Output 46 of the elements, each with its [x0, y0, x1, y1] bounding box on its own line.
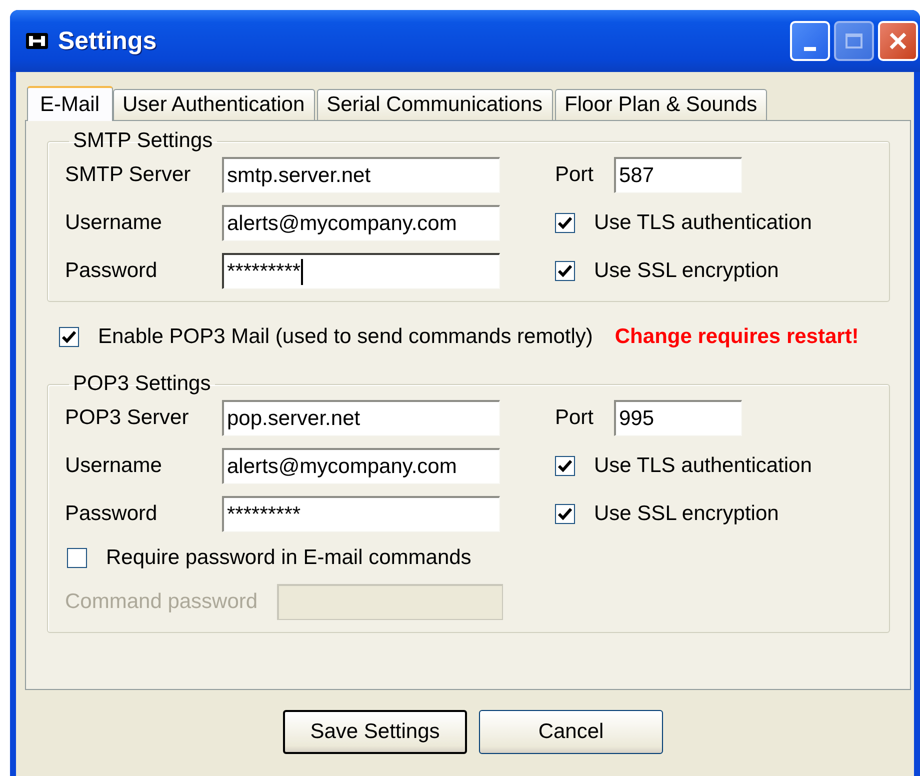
maximize-icon	[845, 33, 863, 49]
checkbox[interactable]	[59, 327, 79, 347]
field-label: Password	[65, 502, 158, 526]
checkbox-label: Use SSL encryption	[594, 502, 779, 526]
close-icon	[889, 32, 907, 50]
checkbox[interactable]	[67, 548, 87, 568]
checkbox[interactable]	[555, 213, 575, 233]
checkbox-label: Use TLS authentication	[594, 211, 812, 235]
checkbox[interactable]	[555, 504, 575, 524]
field-label: SMTP Server	[65, 163, 192, 187]
dialog-button[interactable]: Save Settings	[283, 710, 467, 754]
group-title: POP3 Settings	[72, 372, 212, 396]
checkbox-label: Use TLS authentication	[594, 454, 812, 478]
field-label: Password	[65, 259, 158, 283]
field-label: Username	[65, 211, 163, 235]
field-label: Command password	[65, 590, 259, 614]
text-field[interactable]: alerts@mycompany.com	[222, 448, 500, 484]
group-title: SMTP Settings	[72, 129, 214, 153]
checkbox-label: Enable POP3 Mail (used to send commands remotly)	[98, 325, 593, 349]
close-button[interactable]	[878, 21, 918, 61]
tab[interactable]: User Authentication	[112, 89, 315, 120]
checkbox[interactable]	[555, 456, 575, 476]
checkbox-label: Use SSL encryption	[594, 259, 779, 283]
checkbox-label: Require password in E-mail commands	[106, 546, 472, 570]
app-icon	[26, 33, 48, 49]
tab[interactable]: E-Mail	[27, 86, 113, 121]
checkbox[interactable]	[555, 261, 575, 281]
port-field[interactable]: 995	[614, 400, 742, 436]
window-title: Settings	[58, 26, 157, 56]
password-field[interactable]	[277, 584, 503, 620]
text-field[interactable]: pop.server.net	[222, 400, 500, 436]
field-label: POP3 Server	[65, 406, 190, 430]
port-field[interactable]: 587	[614, 157, 742, 193]
tab[interactable]: Floor Plan & Sounds	[554, 89, 768, 120]
field-label: Username	[65, 454, 163, 478]
tab[interactable]: Serial Communications	[316, 89, 553, 120]
warning-text: Change requires restart!	[614, 325, 859, 349]
minimize-button[interactable]	[790, 21, 830, 61]
text-field[interactable]: *********	[222, 253, 500, 289]
text-field[interactable]: smtp.server.net	[222, 157, 500, 193]
minimize-icon	[804, 47, 816, 51]
text-field[interactable]: alerts@mycompany.com	[222, 205, 500, 241]
dialog-button[interactable]: Cancel	[479, 710, 663, 754]
field-label: Port	[555, 163, 595, 187]
text-field[interactable]: *********	[222, 496, 500, 532]
field-label: Port	[555, 406, 595, 430]
